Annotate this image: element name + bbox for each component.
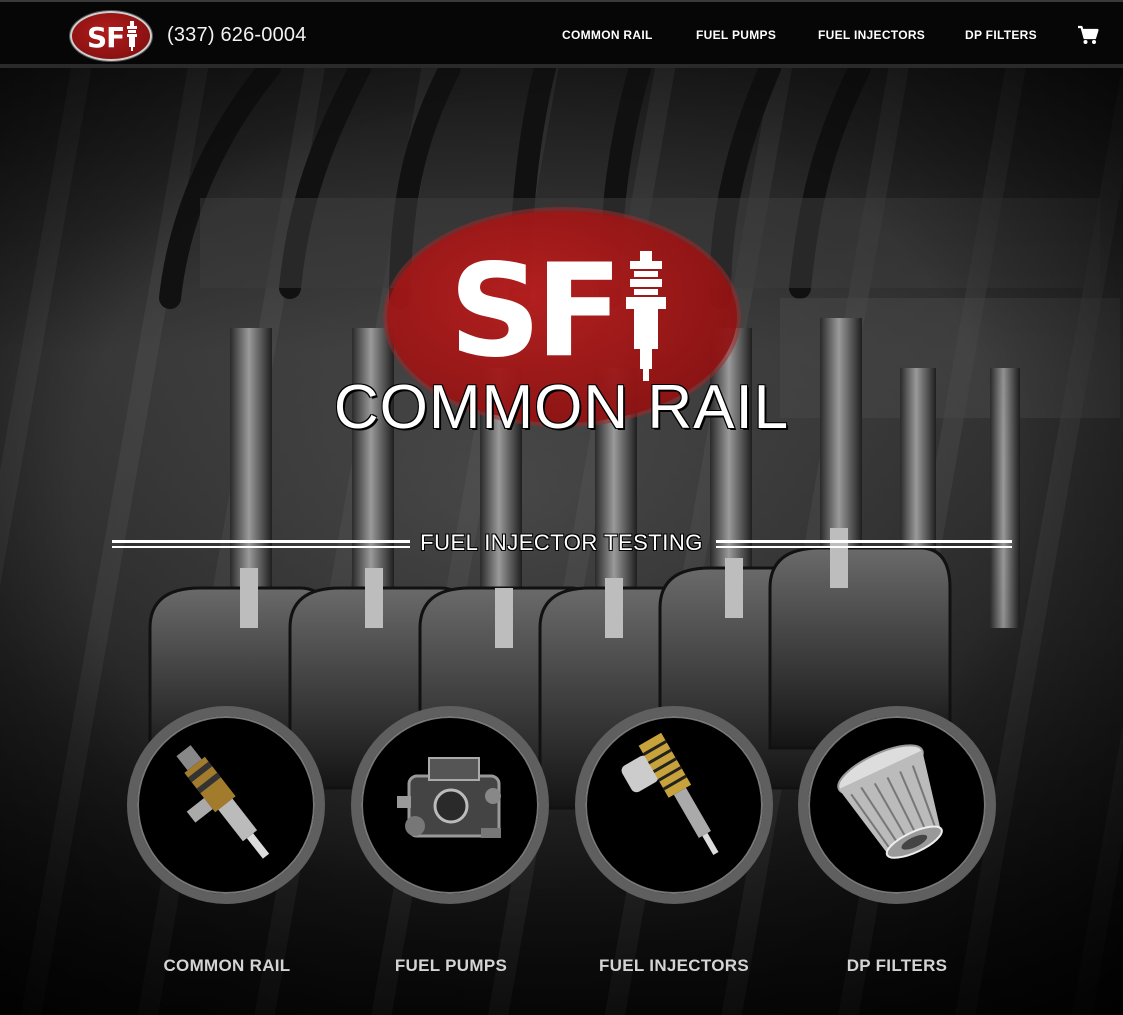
common-rail-injector-icon: [176, 745, 270, 859]
cart-button[interactable]: [1077, 25, 1099, 50]
sfi-logo[interactable]: SF: [70, 11, 152, 61]
category-dp-filters[interactable]: [798, 706, 996, 904]
category-label-fuel-injectors[interactable]: FUEL INJECTORS: [564, 956, 784, 976]
category-label-fuel-pumps[interactable]: FUEL PUMPS: [341, 956, 561, 976]
fuel-pump-icon: [397, 757, 501, 838]
phone-number[interactable]: (337) 626-0004: [167, 24, 307, 47]
site-header: SF (337) 626-0004 COMMON RAIL FUEL PUMPS…: [0, 0, 1123, 68]
category-label-dp-filters[interactable]: DP FILTERS: [787, 956, 1007, 976]
nav-dp-filters[interactable]: DP FILTERS: [965, 28, 1037, 42]
cart-icon: [1078, 25, 1099, 44]
injector-logo-icon: [626, 251, 666, 381]
fuel-injector-icon: [621, 732, 719, 856]
category-fuel-pumps[interactable]: [351, 706, 549, 904]
dp-filter-icon: [837, 744, 943, 859]
logo-text: SF: [87, 21, 125, 54]
category-label-common-rail[interactable]: COMMON RAIL: [117, 956, 337, 976]
nav-common-rail[interactable]: COMMON RAIL: [562, 28, 653, 42]
hero-logo-text: SF: [449, 237, 623, 386]
category-fuel-injectors[interactable]: [575, 706, 773, 904]
nav-fuel-injectors[interactable]: FUEL INJECTORS: [818, 28, 925, 42]
hero-subtitle: FUEL INJECTOR TESTING: [420, 530, 703, 555]
category-common-rail[interactable]: [127, 706, 325, 904]
hero-title: COMMON RAIL: [333, 373, 790, 442]
nav-fuel-pumps[interactable]: FUEL PUMPS: [696, 28, 776, 42]
injector-logo-icon: [127, 21, 137, 51]
